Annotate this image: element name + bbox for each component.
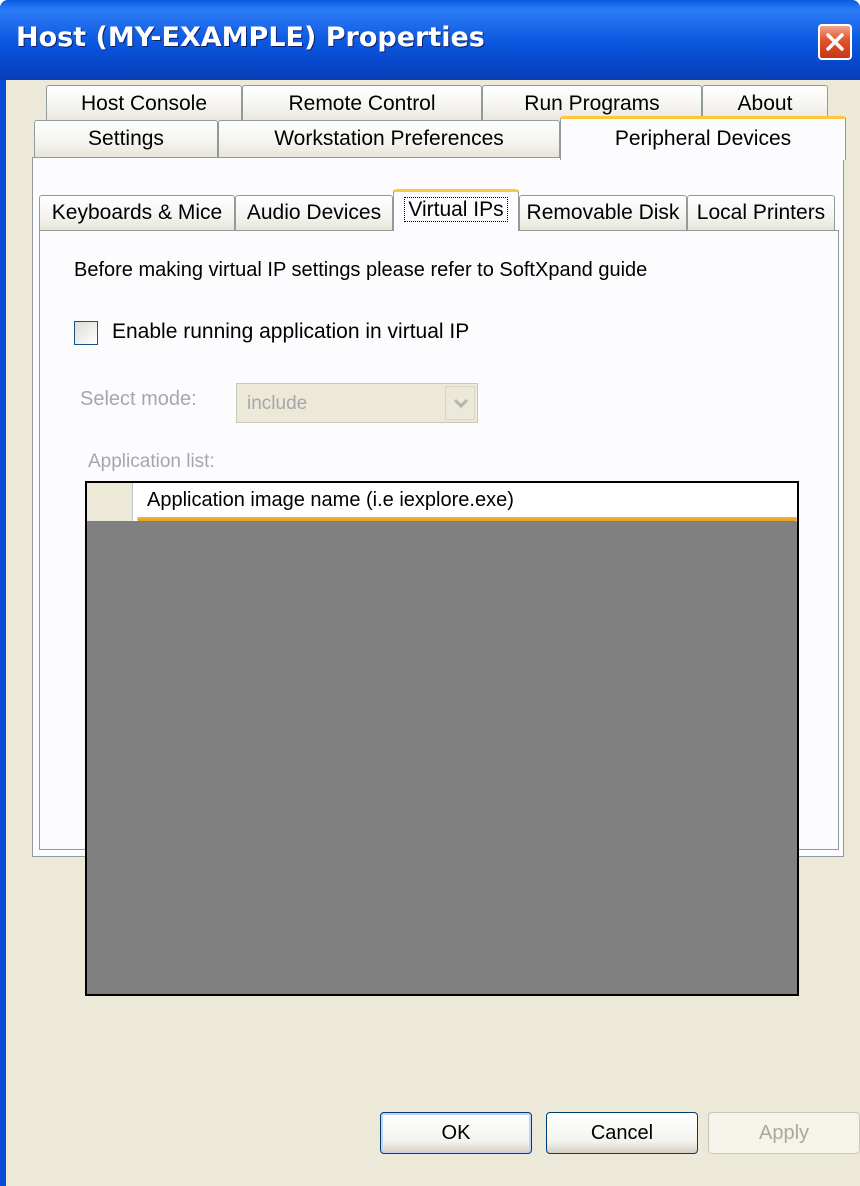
enable-virtual-ip-checkbox[interactable] — [74, 321, 98, 345]
window-title: Host (MY-EXAMPLE) Properties — [16, 22, 485, 53]
select-mode-value: include — [247, 393, 308, 414]
dropdown-arrow-button[interactable] — [445, 386, 475, 420]
properties-window: Host (MY-EXAMPLE) Properties Host Consol… — [0, 0, 860, 1186]
ok-button[interactable]: OK — [380, 1112, 532, 1154]
subtab-keyboards-mice[interactable]: Keyboards & Mice — [39, 195, 235, 231]
virtual-ips-panel: Before making virtual IP settings please… — [39, 230, 839, 996]
select-mode-label: Select mode: — [80, 388, 197, 410]
grid-column-header[interactable]: Application image name (i.e iexplore.exe… — [133, 483, 797, 521]
close-icon — [826, 33, 844, 51]
dialog-client-area: Host Console Remote Control Run Programs… — [6, 80, 860, 1186]
column-header-highlight — [137, 517, 797, 521]
tab-remote-control[interactable]: Remote Control — [242, 85, 482, 123]
cancel-button[interactable]: Cancel — [546, 1112, 698, 1154]
subtab-local-printers[interactable]: Local Printers — [687, 195, 835, 231]
application-list-label: Application list: — [88, 451, 215, 472]
subtab-audio-devices[interactable]: Audio Devices — [235, 195, 393, 231]
apply-button[interactable]: Apply — [708, 1112, 860, 1154]
tab-peripheral-devices[interactable]: Peripheral Devices — [560, 116, 846, 160]
chevron-down-icon — [453, 398, 469, 409]
close-button[interactable] — [818, 24, 852, 60]
subtab-virtual-ips[interactable]: Virtual IPs — [393, 189, 519, 231]
peripheral-devices-panel: Keyboards & Mice Audio Devices Virtual I… — [32, 157, 844, 996]
tab-host-console[interactable]: Host Console — [46, 85, 242, 123]
grid-column-header-label: Application image name (i.e iexplore.exe… — [147, 489, 514, 511]
grid-corner-cell[interactable] — [87, 483, 133, 521]
application-list-grid[interactable]: Application image name (i.e iexplore.exe… — [85, 481, 799, 996]
enable-virtual-ip-label[interactable]: Enable running application in virtual IP — [112, 320, 469, 344]
tab-settings[interactable]: Settings — [34, 120, 218, 158]
info-text: Before making virtual IP settings please… — [74, 259, 648, 281]
subtab-removable-disk[interactable]: Removable Disk — [519, 195, 687, 231]
grid-header-row: Application image name (i.e iexplore.exe… — [87, 483, 797, 521]
tab-workstation-preferences[interactable]: Workstation Preferences — [218, 120, 560, 158]
title-bar[interactable]: Host (MY-EXAMPLE) Properties — [0, 0, 860, 80]
select-mode-dropdown[interactable]: include — [236, 383, 478, 423]
